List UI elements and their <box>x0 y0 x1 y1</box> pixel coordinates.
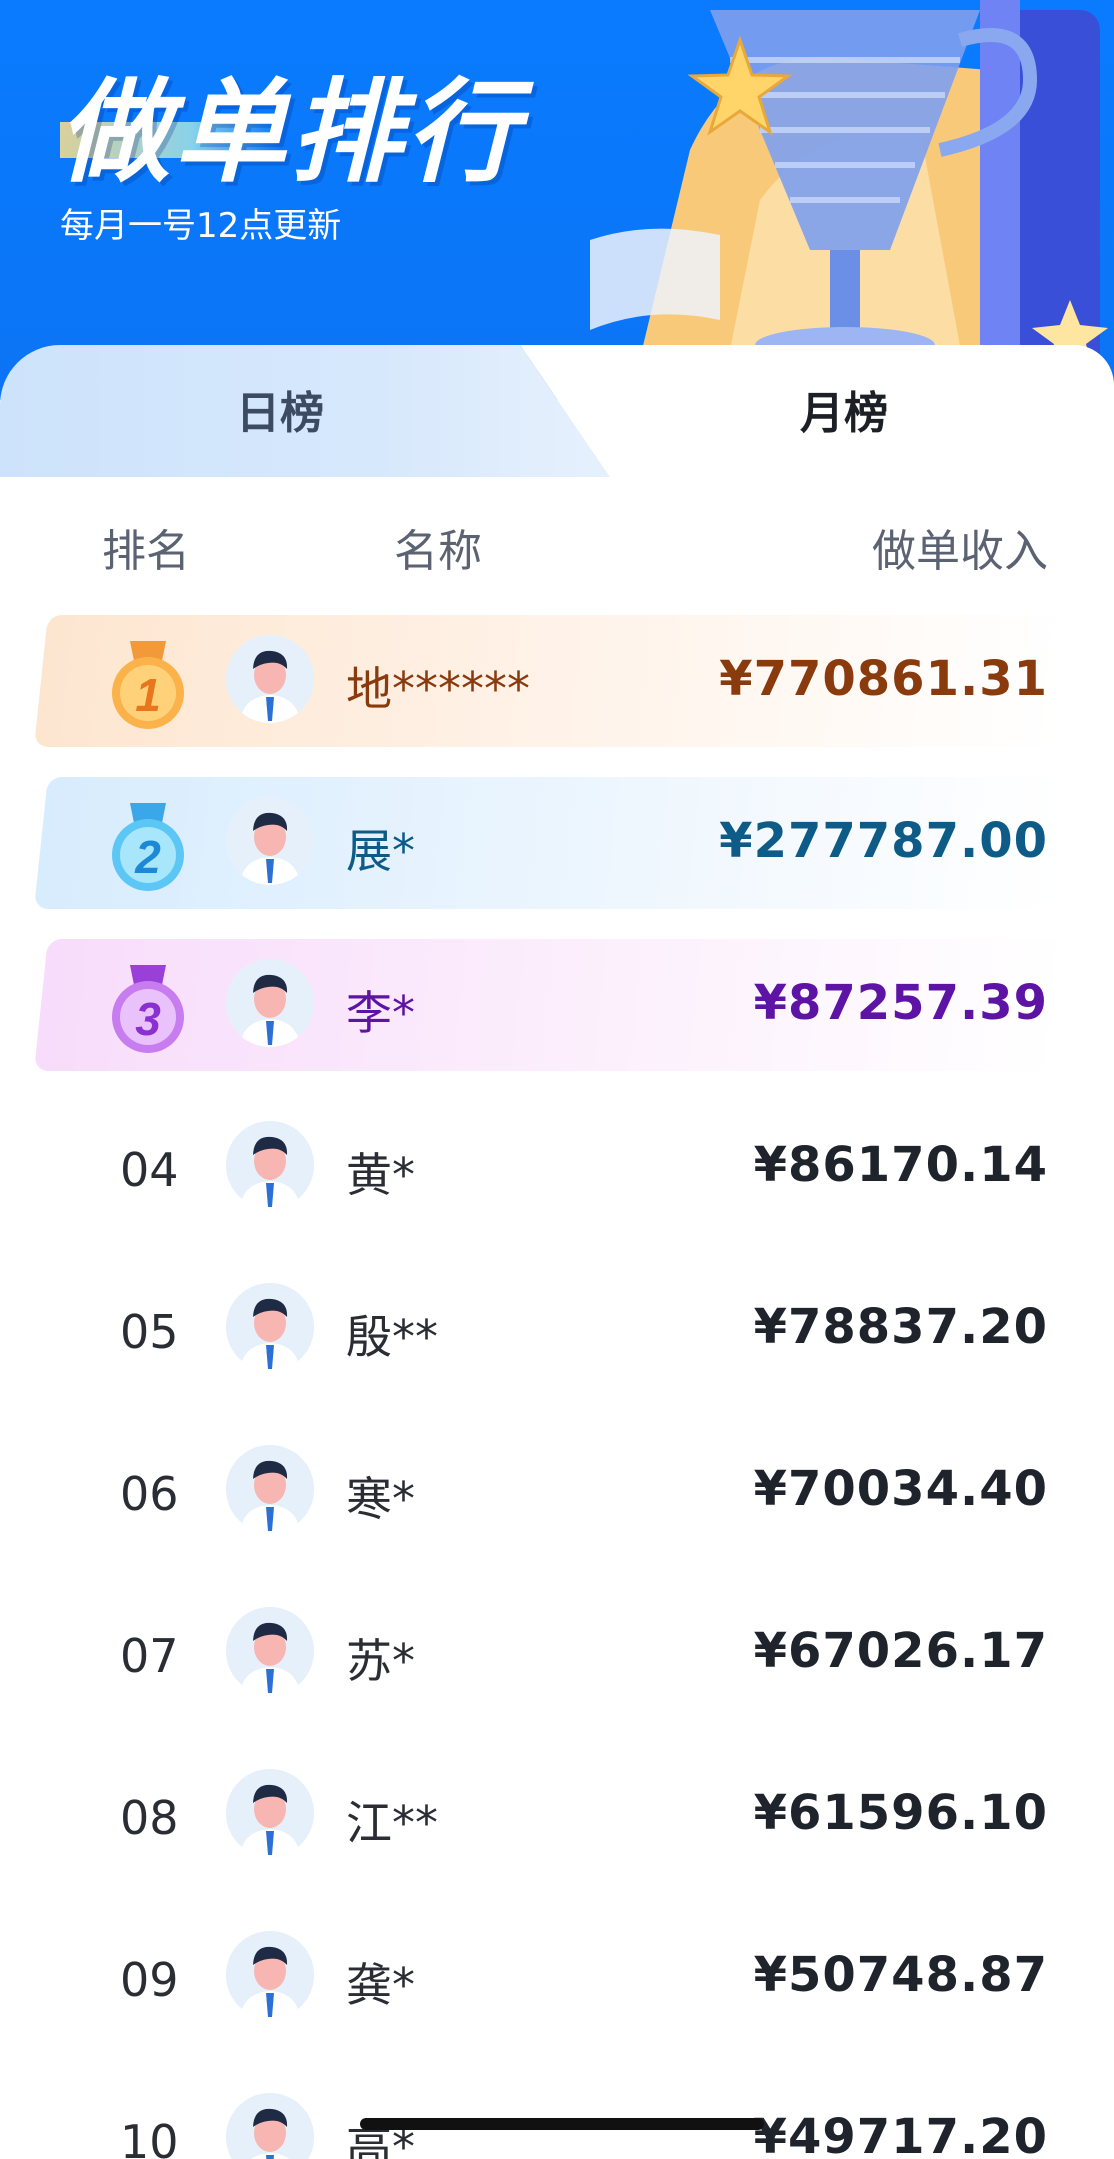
user-name: 苏* <box>346 1634 415 1688</box>
rank-number: 07 <box>120 1629 179 1683</box>
trophy-illustration <box>590 0 1108 400</box>
list-item[interactable]: 3 李* ¥87257.39 <box>0 939 1114 1071</box>
bronze-medal-icon: 3 <box>112 965 184 1053</box>
income-value: ¥67026.17 <box>753 1623 1048 1679</box>
list-item[interactable]: 07 苏* ¥67026.17 <box>0 1587 1114 1719</box>
income-value: ¥86170.14 <box>753 1137 1048 1193</box>
column-header-income: 做单收入 <box>872 526 1048 577</box>
list-item[interactable]: 04 黄* ¥86170.14 <box>0 1101 1114 1233</box>
rank-number: 09 <box>120 1953 179 2007</box>
user-name: 龚* <box>346 1958 415 2012</box>
rank-number: 08 <box>120 1791 179 1845</box>
avatar <box>226 959 314 1047</box>
column-header-rank: 排名 <box>102 526 190 577</box>
list-item[interactable]: 10 高* ¥49717.20 <box>0 2073 1114 2159</box>
list-item[interactable]: 08 江** ¥61596.10 <box>0 1749 1114 1881</box>
list-item[interactable]: 06 寒* ¥70034.40 <box>0 1425 1114 1557</box>
rank-number: 04 <box>120 1143 179 1197</box>
avatar <box>226 2093 314 2159</box>
column-header-name: 名称 <box>394 526 482 577</box>
avatar <box>226 635 314 723</box>
avatar <box>226 1607 314 1695</box>
list-item[interactable]: 09 龚* ¥50748.87 <box>0 1911 1114 2043</box>
avatar <box>226 1931 314 2019</box>
tab-monthly-label[interactable]: 月榜 <box>800 377 888 441</box>
user-name: 黄* <box>346 1148 415 1202</box>
avatar <box>226 1283 314 1371</box>
ranking-list: 排名 名称 做单收入 1 地****** ¥770861.31 2 展* ¥27… <box>0 477 1114 2159</box>
silver-medal-icon: 2 <box>112 803 184 891</box>
user-name: 殷** <box>346 1310 438 1364</box>
income-value: ¥61596.10 <box>753 1785 1048 1841</box>
gold-medal-icon: 1 <box>112 641 184 729</box>
rank-number: 06 <box>120 1467 179 1521</box>
list-item[interactable]: 1 地****** ¥770861.31 <box>0 615 1114 747</box>
rank-number: 05 <box>120 1305 179 1359</box>
avatar <box>226 1769 314 1857</box>
income-value: ¥78837.20 <box>753 1299 1048 1355</box>
income-value: ¥770861.31 <box>719 651 1048 707</box>
income-value: ¥87257.39 <box>753 975 1048 1031</box>
medal-rank-text: 3 <box>135 993 161 1045</box>
rank-number: 10 <box>120 2115 179 2159</box>
income-value: ¥70034.40 <box>753 1461 1048 1517</box>
ranking-tabs: 日榜 月榜 <box>0 345 1114 477</box>
income-value: ¥277787.00 <box>719 813 1048 869</box>
avatar <box>226 1121 314 1209</box>
avatar <box>226 797 314 885</box>
list-item[interactable]: 2 展* ¥277787.00 <box>0 777 1114 909</box>
tab-daily-label[interactable]: 日榜 <box>236 377 324 441</box>
income-value: ¥49717.20 <box>753 2109 1048 2159</box>
user-name: 展* <box>346 824 415 878</box>
user-name: 江** <box>346 1796 438 1850</box>
user-name: 寒* <box>346 1472 415 1526</box>
income-value: ¥50748.87 <box>753 1947 1048 2003</box>
avatar <box>226 1445 314 1533</box>
page-title: 做单排行 <box>58 68 522 198</box>
medal-rank-text: 2 <box>134 831 161 883</box>
user-name: 地****** <box>346 662 530 716</box>
header-banner: 做单排行 每月一号12点更新 <box>0 0 1114 400</box>
medal-rank-text: 1 <box>135 669 161 721</box>
update-note: 每月一号12点更新 <box>60 206 342 246</box>
user-name: 李* <box>346 986 415 1040</box>
list-item[interactable]: 05 殷** ¥78837.20 <box>0 1263 1114 1395</box>
home-indicator[interactable] <box>360 2118 764 2130</box>
